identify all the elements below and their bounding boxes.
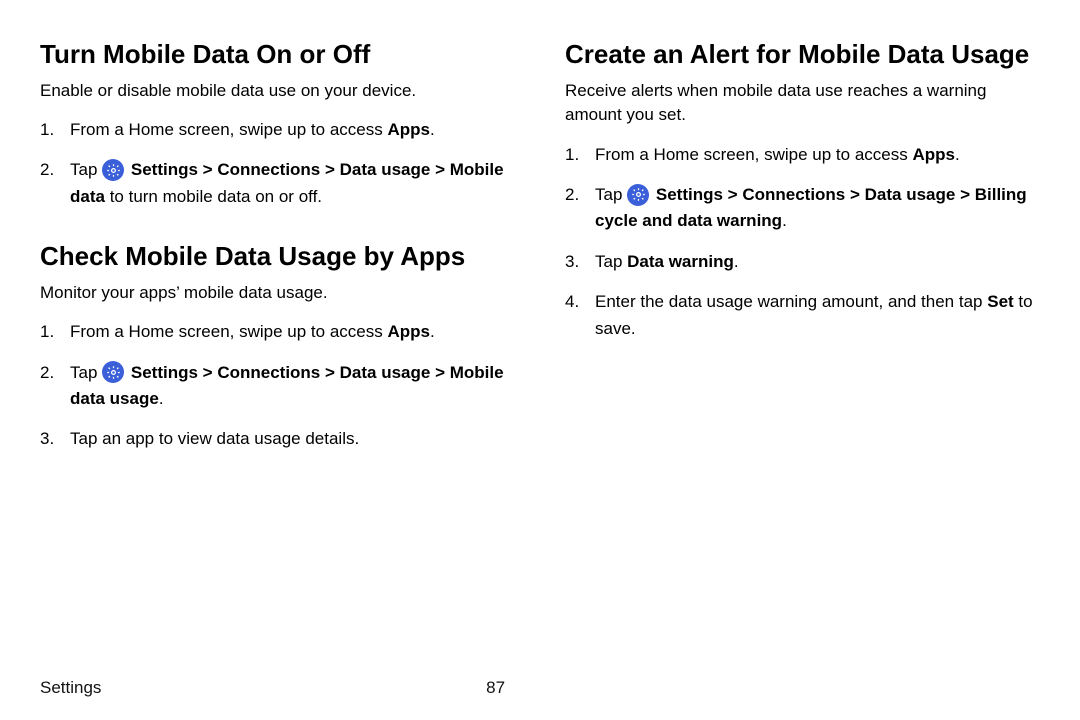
section-create-alert: Create an Alert for Mobile Data Usage Re… — [565, 38, 1040, 342]
heading-create-alert: Create an Alert for Mobile Data Usage — [565, 38, 1040, 71]
bold-text: Data usage — [340, 363, 431, 382]
left-column: Turn Mobile Data On or Off Enable or dis… — [40, 38, 515, 483]
bold-text: Data warning — [627, 252, 734, 271]
right-column: Create an Alert for Mobile Data Usage Re… — [565, 38, 1040, 483]
step-text: From a Home screen, swipe up to access — [70, 322, 387, 341]
desc-create-alert: Receive alerts when mobile data use reac… — [565, 79, 1040, 128]
list-item: From a Home screen, swipe up to access A… — [40, 319, 515, 345]
bold-text: Apps — [387, 322, 430, 341]
chevron-separator: > — [320, 160, 339, 179]
desc-check-usage: Monitor your apps’ mobile data usage. — [40, 281, 515, 306]
bold-text: Settings — [131, 363, 198, 382]
step-text: Tap — [595, 185, 627, 204]
chevron-separator: > — [430, 160, 449, 179]
section-check-usage: Check Mobile Data Usage by Apps Monitor … — [40, 240, 515, 453]
step-text: . — [734, 252, 739, 271]
desc-turn-mobile-data: Enable or disable mobile data use on you… — [40, 79, 515, 104]
step-text: . — [955, 145, 960, 164]
heading-check-usage: Check Mobile Data Usage by Apps — [40, 240, 515, 273]
bold-text: Connections — [217, 160, 320, 179]
steps-turn-mobile-data: From a Home screen, swipe up to access A… — [40, 117, 515, 210]
footer-section-label: Settings — [40, 678, 101, 697]
heading-turn-mobile-data: Turn Mobile Data On or Off — [40, 38, 515, 71]
chevron-separator: > — [430, 363, 449, 382]
list-item: From a Home screen, swipe up to access A… — [565, 142, 1040, 168]
list-item: From a Home screen, swipe up to access A… — [40, 117, 515, 143]
step-text: From a Home screen, swipe up to access — [595, 145, 912, 164]
chevron-separator: > — [955, 185, 974, 204]
bold-text: Connections — [217, 363, 320, 382]
step-text: Tap — [70, 160, 102, 179]
step-text: From a Home screen, swipe up to access — [70, 120, 387, 139]
bold-text: Apps — [387, 120, 430, 139]
step-text: . — [430, 322, 435, 341]
step-text: . — [159, 389, 164, 408]
chevron-separator: > — [845, 185, 864, 204]
steps-check-usage: From a Home screen, swipe up to access A… — [40, 319, 515, 452]
bold-text: Data usage — [340, 160, 431, 179]
bold-text: Settings — [131, 160, 198, 179]
chevron-separator: > — [198, 160, 217, 179]
page-footer: Settings 87 — [40, 678, 1040, 698]
list-item: Tap Settings > Connections > Data usage … — [40, 360, 515, 413]
step-text: . — [782, 211, 787, 230]
step-text: Tap an app to view data usage details. — [70, 429, 359, 448]
step-text: Enter the data usage warning amount, and… — [595, 292, 987, 311]
step-text: . — [430, 120, 435, 139]
list-item: Enter the data usage warning amount, and… — [565, 289, 1040, 342]
list-item: Tap an app to view data usage details. — [40, 426, 515, 452]
step-text: to turn mobile data on or off. — [105, 187, 322, 206]
settings-gear-icon — [102, 361, 124, 383]
steps-create-alert: From a Home screen, swipe up to access A… — [565, 142, 1040, 342]
chevron-separator: > — [320, 363, 339, 382]
chevron-separator: > — [198, 363, 217, 382]
bold-text: Set — [987, 292, 1013, 311]
bold-text: Apps — [912, 145, 955, 164]
step-text: Tap — [595, 252, 627, 271]
bold-text: Settings — [656, 185, 723, 204]
bold-text: Connections — [742, 185, 845, 204]
section-turn-mobile-data: Turn Mobile Data On or Off Enable or dis… — [40, 38, 515, 210]
page-number: 87 — [486, 678, 505, 698]
list-item: Tap Settings > Connections > Data usage … — [565, 182, 1040, 235]
settings-gear-icon — [102, 159, 124, 181]
settings-gear-icon — [627, 184, 649, 206]
list-item: Tap Data warning. — [565, 249, 1040, 275]
chevron-separator: > — [723, 185, 742, 204]
list-item: Tap Settings > Connections > Data usage … — [40, 157, 515, 210]
step-text: Tap — [70, 363, 102, 382]
bold-text: Data usage — [865, 185, 956, 204]
